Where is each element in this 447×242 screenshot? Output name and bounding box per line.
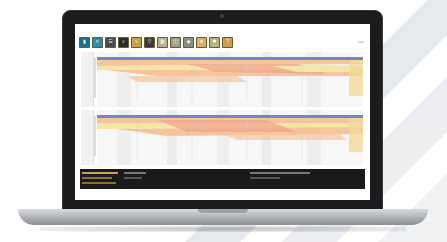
search-icon: ⌕ [122, 39, 125, 45]
laptop-base [18, 209, 428, 225]
settings-button[interactable]: ✱ [209, 37, 220, 48]
filter-icon: ▽ [147, 39, 152, 45]
star-icon: ★ [199, 39, 204, 45]
scrollbar-lower[interactable] [94, 116, 96, 156]
laptop-lid: ▮ ≡ ☰ ⌕ ∿ ▽ ▦ ◫ ◆ ★ ✱? ▪▪▪▪▪▪ [62, 10, 383, 210]
laptop-screen: ▮ ≡ ☰ ⌕ ∿ ▽ ▦ ◫ ◆ ★ ✱? ▪▪▪▪▪▪ [75, 24, 370, 200]
table-row [82, 177, 112, 179]
grid-icon: ▦ [160, 39, 165, 45]
waveform-icon: ∿ [134, 39, 139, 45]
tag-icon: ◆ [186, 39, 191, 45]
track-panel-upper [81, 52, 363, 107]
top-right-label: ▪▪▪▪▪▪ [357, 40, 364, 44]
waveform-button[interactable]: ∿ [131, 37, 142, 48]
track-chart-lower[interactable] [97, 110, 363, 165]
table-row [124, 177, 142, 179]
table-row [124, 172, 146, 174]
table-row [250, 172, 310, 174]
scrollbar-upper[interactable] [94, 58, 96, 98]
track-chart-upper[interactable] [97, 52, 363, 107]
table-row [82, 172, 118, 174]
grid-button[interactable]: ▦ [157, 37, 168, 48]
layers-button[interactable]: ◫ [170, 37, 181, 48]
panel-label-upper [81, 52, 94, 107]
list-icon: ☰ [108, 39, 113, 45]
camera-icon [220, 14, 224, 18]
sort-button[interactable]: ≡ [92, 37, 103, 48]
bottom-data-panel [80, 169, 365, 189]
laptop-shadow [40, 226, 406, 232]
help-button[interactable]: ? [222, 37, 233, 48]
tag-button[interactable]: ◆ [183, 37, 194, 48]
table-row [82, 182, 116, 184]
search-button[interactable]: ⌕ [118, 37, 129, 48]
list-button[interactable]: ☰ [105, 37, 116, 48]
layers-icon: ◫ [173, 39, 178, 45]
bar-chart-button[interactable]: ▮ [79, 37, 90, 48]
toolbar: ▮ ≡ ☰ ⌕ ∿ ▽ ▦ ◫ ◆ ★ ✱? [79, 37, 233, 48]
filter-button[interactable]: ▽ [144, 37, 155, 48]
trackpad-notch [198, 209, 248, 213]
bar-chart-icon: ▮ [83, 39, 86, 45]
help-icon: ? [226, 39, 229, 45]
panel-label-lower [81, 110, 94, 165]
track-panel-lower [81, 110, 363, 165]
sort-icon: ≡ [96, 39, 99, 45]
star-button[interactable]: ★ [196, 37, 207, 48]
settings-icon: ✱ [212, 39, 217, 45]
table-row [250, 177, 280, 179]
